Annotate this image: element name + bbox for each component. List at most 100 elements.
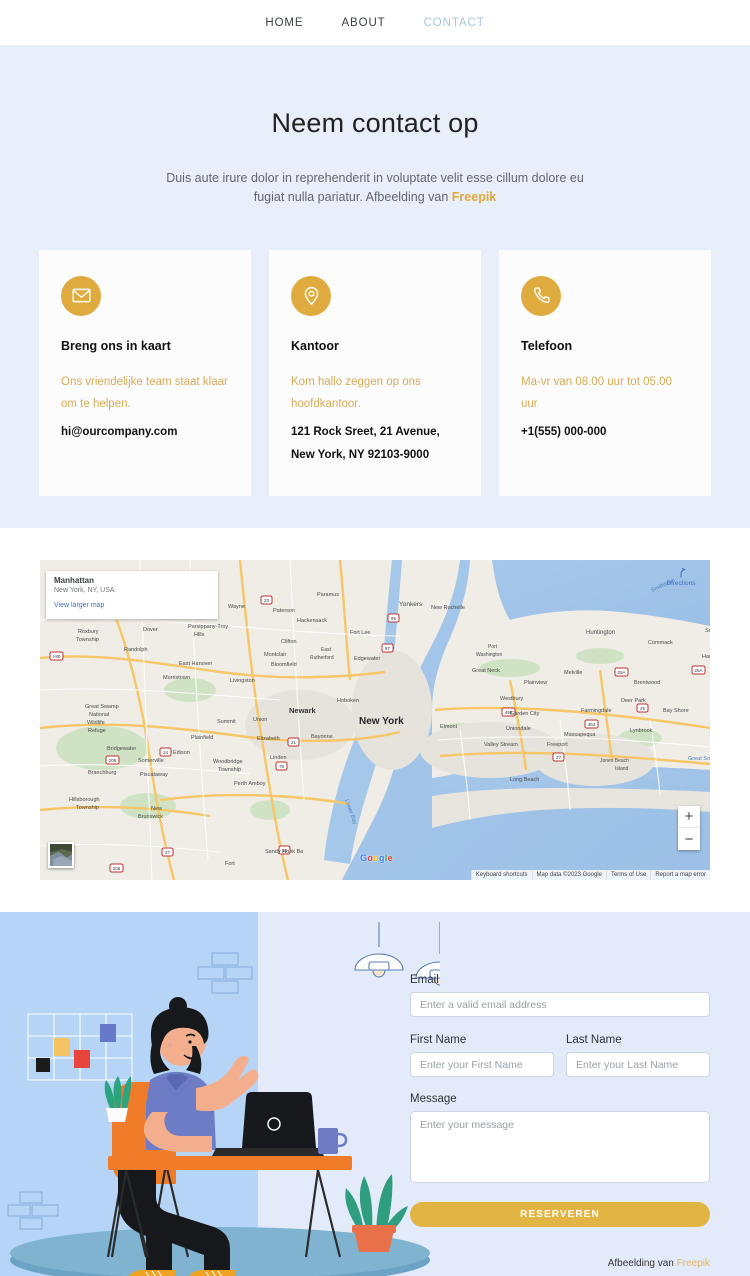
terms-of-use-link[interactable]: Terms of Use [605,870,651,881]
workspace-illustration [7,922,440,1276]
freepik-link-hero[interactable]: Freepik [452,190,496,204]
nav-item-home[interactable]: HOME [265,17,303,29]
svg-text:Paterson: Paterson [273,608,295,614]
phone-icon [521,275,561,316]
map-section: I-80 206 78 24 21 87 495 454 25A 25A 27 … [0,528,750,913]
page-root: HOME ABOUT CONTACT Neem contact op Duis … [0,0,750,1276]
svg-text:New Rochelle: New Rochelle [431,605,465,611]
svg-text:Deer Park: Deer Park [621,698,646,704]
svg-text:Long Beach: Long Beach [510,777,539,783]
credit-text: Afbeelding van [607,1258,677,1270]
map-data-label: Map data ©2023 Google [531,870,606,881]
envelope-icon [61,275,101,316]
svg-text:25A: 25A [694,668,702,673]
keyboard-shortcuts-link[interactable]: Keyboard shortcuts [470,870,532,881]
satellite-toggle-button[interactable] [48,842,74,869]
contact-card-email: Breng ons in kaart Ons vriendelijke team… [39,249,251,497]
first-name-group: First Name [410,1034,554,1078]
view-larger-map-link[interactable]: View larger map [54,602,210,609]
map-place-title: Manhattan [54,576,94,586]
svg-text:Plainfield: Plainfield [191,735,213,741]
svg-text:Summit: Summit [217,719,236,725]
svg-text:Garden City: Garden City [510,711,540,717]
svg-text:Lynbrook: Lynbrook [630,728,653,734]
svg-text:78: 78 [279,764,285,769]
card-value[interactable]: +1(555) 000-000 [521,421,689,443]
svg-text:Perth Amboy: Perth Amboy [234,781,266,787]
map-pin-icon [291,275,331,316]
page-title: Neem contact op [271,108,479,138]
svg-text:27: 27 [556,755,562,760]
card-subtitle: Ons vriendelijke team staat klaar om te … [61,375,228,411]
svg-text:Island: Island [615,766,629,772]
svg-text:23: 23 [264,598,270,603]
first-name-field[interactable] [410,1052,554,1078]
svg-text:Township: Township [76,637,99,643]
svg-text:Hackensack: Hackensack [297,618,327,624]
card-value[interactable]: hi@ourcompany.com [61,421,229,443]
card-value: 121 Rock Sreet, 21 Avenue, [291,426,440,439]
svg-text:Wayne: Wayne [228,604,245,610]
nav-item-contact[interactable]: CONTACT [424,17,485,29]
svg-text:Westbury: Westbury [500,696,523,702]
satellite-thumbnail-icon [50,844,72,867]
svg-text:Roxbury: Roxbury [78,629,99,635]
email-label: Email [410,974,439,987]
svg-text:Brunswick: Brunswick [138,814,163,820]
svg-text:Livingston: Livingston [230,678,255,684]
map-zoom-controls: + − [678,806,700,851]
hero-subtitle-text: Duis aute irure dolor in reprehenderit i… [166,171,584,205]
contact-form-section: Email First Name Last Name Message RESER… [0,912,750,1276]
svg-text:Freeport: Freeport [547,742,568,748]
last-name-group: Last Name [566,1034,710,1078]
svg-text:206: 206 [109,758,117,763]
card-value-line2: New York, NY 92103-9000 [291,448,430,461]
directions-button[interactable]: Directions [660,567,702,587]
svg-text:Rutherford: Rutherford [310,655,334,661]
svg-text:Hills: Hills [194,632,205,638]
svg-text:Bayonne: Bayonne [311,734,333,740]
svg-text:Yonkers: Yonkers [399,601,423,608]
email-field[interactable] [410,992,710,1018]
svg-text:Great So: Great So [688,756,710,762]
svg-text:Hoboken: Hoboken [337,698,359,704]
card-subtitle: Ma-vr van 08.00 uur tot 05.00 uur [521,375,672,411]
svg-text:Branchburg: Branchburg [88,770,116,776]
svg-text:Massapequa: Massapequa [564,732,596,738]
card-title: Kantoor [291,338,339,353]
svg-text:Bridgewater: Bridgewater [107,746,137,752]
svg-text:Jones Beach: Jones Beach [600,758,629,764]
hero-section: Neem contact op Duis aute irure dolor in… [0,46,750,250]
svg-text:87: 87 [385,646,391,651]
last-name-field[interactable] [566,1052,710,1078]
illustration-credit: Afbeelding van Freepik [410,1258,710,1269]
svg-text:24: 24 [163,750,169,755]
nav-item-about[interactable]: ABOUT [341,17,385,29]
svg-text:Commack: Commack [648,640,673,646]
svg-text:27: 27 [165,850,171,855]
svg-text:Dover: Dover [143,627,158,633]
message-group: Message [410,1093,710,1188]
message-field[interactable] [410,1111,710,1184]
zoom-in-button[interactable]: + [678,806,700,829]
zoom-out-button[interactable]: − [678,828,700,850]
svg-text:Parsippany-Troy: Parsippany-Troy [188,624,228,630]
submit-button[interactable]: RESERVEREN [410,1202,710,1228]
google-map[interactable]: I-80 206 78 24 21 87 495 454 25A 25A 27 … [40,560,710,881]
message-label: Message [410,1093,457,1106]
svg-text:Fort: Fort [225,861,235,867]
svg-text:Plainview: Plainview [524,680,547,686]
svg-text:Port: Port [488,644,498,650]
svg-text:Montclair: Montclair [264,652,286,658]
map-place-subtitle: New York, NY, USA [54,587,115,595]
svg-text:25: 25 [640,706,646,711]
freepik-link-form[interactable]: Freepik [677,1258,710,1269]
svg-text:Huntington: Huntington [586,630,615,636]
svg-text:Elmont: Elmont [440,724,458,730]
report-map-error-link[interactable]: Report a map error [650,870,710,881]
svg-text:Township: Township [76,805,99,811]
svg-text:Uniondale: Uniondale [506,726,531,732]
svg-text:Township: Township [218,767,241,773]
contact-card-office: Kantoor Kom hallo zeggen op ons hoofdkan… [269,249,481,497]
svg-text:Sandy Hook Ba: Sandy Hook Ba [265,849,304,855]
